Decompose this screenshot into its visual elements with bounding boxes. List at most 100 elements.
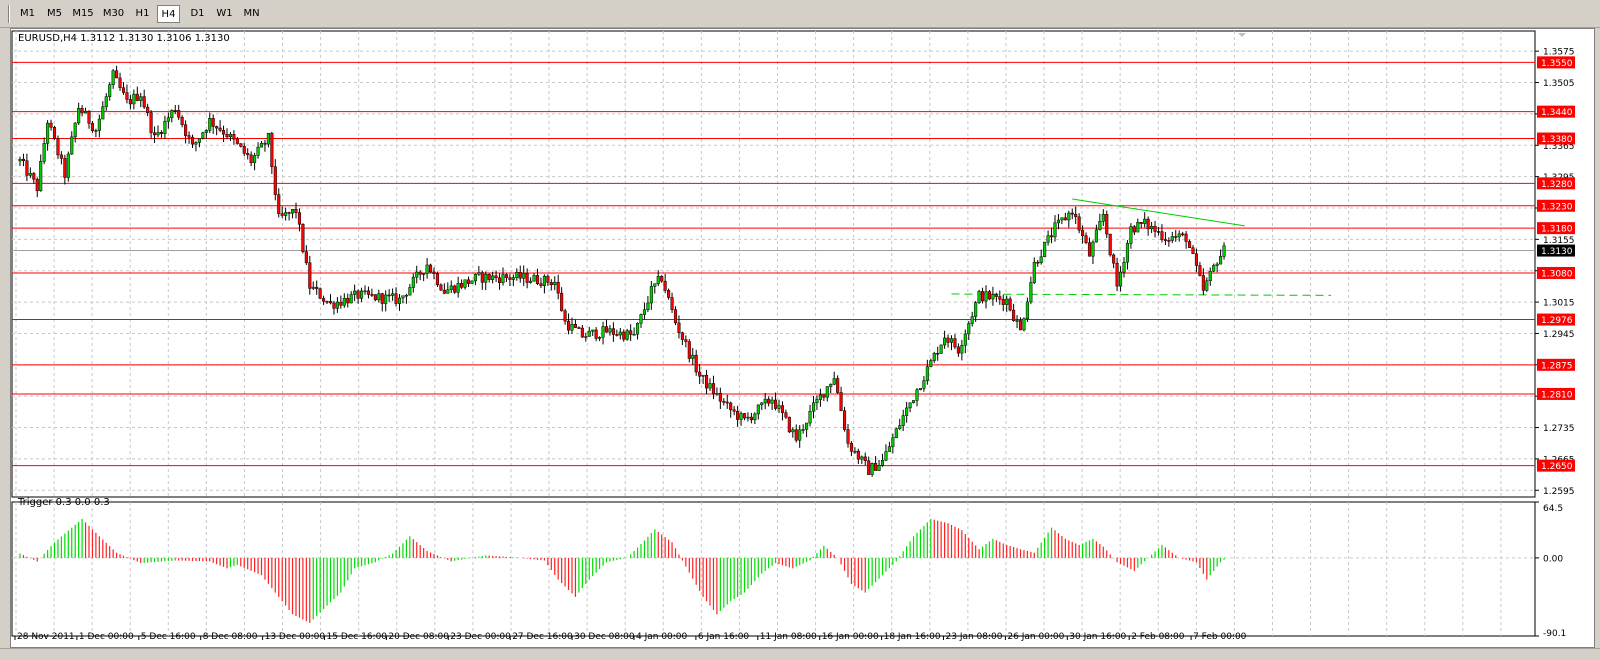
candle-body: [725, 401, 729, 404]
candle-body: [84, 110, 88, 114]
candle-body: [618, 331, 622, 336]
candle-body: [184, 124, 188, 136]
candle-body: [1022, 318, 1026, 331]
candle-body: [994, 294, 998, 297]
candle-body: [656, 276, 660, 284]
candle-body: [232, 134, 236, 140]
candle-body: [877, 465, 881, 471]
candle-body: [201, 132, 205, 139]
candle-body: [1063, 217, 1067, 221]
indicator-y-tick-label: -90.1: [1543, 629, 1566, 639]
candle-body: [253, 155, 257, 163]
candle-body: [784, 412, 788, 418]
candle-body: [435, 273, 439, 286]
candle-body: [884, 451, 888, 461]
candle: [318, 287, 322, 300]
indicator-header: Trigger 0.3 0.0 0.3: [17, 497, 110, 508]
candle-body: [1091, 241, 1095, 257]
candle-body: [515, 272, 519, 278]
candle-body: [925, 366, 929, 381]
candle-body: [1005, 298, 1009, 305]
candle-body: [170, 110, 174, 119]
candle-body: [570, 324, 574, 331]
candle-body: [115, 70, 119, 79]
x-tick-label: 27 Dec 16:00: [512, 632, 573, 642]
candle: [470, 280, 474, 284]
candle-body: [1153, 226, 1157, 232]
candle-body: [1222, 245, 1226, 257]
candle-body: [439, 284, 443, 291]
candle: [977, 289, 981, 305]
candle-body: [284, 212, 288, 216]
candle-body: [384, 294, 388, 304]
candle-body: [791, 429, 795, 433]
candle-body: [446, 289, 450, 294]
candle-body: [1094, 229, 1098, 243]
candle-body: [677, 322, 681, 333]
candle-body: [504, 274, 508, 278]
candle-body: [1156, 231, 1161, 233]
candle-body: [87, 110, 91, 124]
candle-body: [163, 120, 167, 134]
candle-body: [108, 84, 112, 97]
y-tick-label: 1.3015: [1543, 299, 1575, 309]
candle-body: [694, 354, 698, 373]
candle-body: [218, 127, 222, 131]
candle-body: [1146, 218, 1150, 230]
candle-body: [887, 446, 891, 452]
candle-body: [880, 459, 885, 466]
candle-body: [315, 286, 319, 289]
candle-body: [1018, 320, 1023, 331]
candle-body: [1219, 256, 1223, 265]
candle-body: [501, 274, 505, 283]
candle-body: [1125, 243, 1130, 263]
candle-body: [318, 288, 322, 299]
candle-body: [1032, 261, 1036, 283]
candle-body: [1105, 214, 1109, 235]
candle-body: [705, 374, 709, 389]
horizontal-scrollbar[interactable]: [0, 648, 1600, 660]
candle-body: [756, 404, 760, 415]
candle-body: [1050, 235, 1054, 238]
candle-body: [894, 428, 898, 439]
candle-body: [1039, 256, 1043, 264]
candle-body: [1143, 218, 1147, 224]
candle-body: [1084, 235, 1088, 243]
candle-body: [1201, 275, 1205, 291]
candle-body: [460, 283, 464, 288]
level-price-label: 1.3280: [1541, 180, 1573, 190]
candle-body: [342, 298, 346, 306]
candle-body: [839, 392, 843, 412]
candle-body: [611, 328, 615, 335]
candle-body: [335, 301, 339, 309]
candle-body: [1205, 280, 1209, 291]
candle-body: [90, 123, 95, 131]
candle-body: [832, 378, 836, 385]
candle-body: [356, 290, 360, 299]
candle-body: [577, 327, 581, 329]
candle-body: [1115, 262, 1119, 287]
candle-body: [805, 422, 809, 430]
candle-body: [673, 309, 678, 324]
candle-body: [1132, 226, 1136, 233]
candle-body: [587, 330, 591, 337]
candle-body: [1163, 239, 1167, 241]
level-price-label: 1.3440: [1541, 108, 1573, 118]
candle: [918, 388, 923, 391]
candle-body: [242, 146, 246, 154]
candle-body: [1025, 301, 1029, 319]
candle: [429, 263, 433, 273]
candle-body: [542, 275, 546, 286]
candle-body: [811, 402, 816, 412]
candle-body: [939, 344, 943, 354]
candle-body: [153, 132, 157, 136]
candle-body: [780, 405, 785, 413]
candle-body: [363, 290, 367, 293]
price-chart[interactable]: 1.35751.35051.34351.33651.32951.32251.31…: [0, 0, 1600, 659]
candle-body: [63, 158, 67, 178]
candle-body: [967, 323, 971, 335]
x-tick-label: 20 Dec 08:00: [388, 632, 449, 642]
candle-body: [215, 126, 219, 129]
candle-body: [1112, 254, 1116, 264]
candle-body: [1167, 240, 1171, 242]
